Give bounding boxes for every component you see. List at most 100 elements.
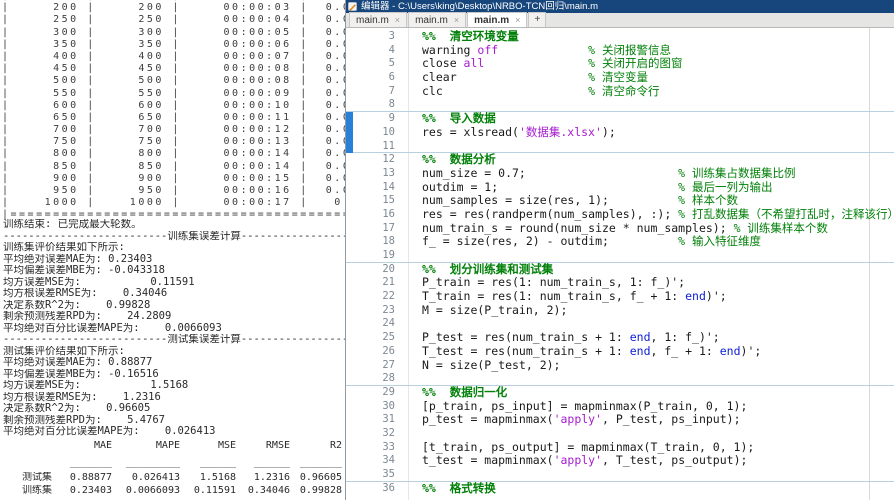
code-line-text[interactable]: t_test = mapminmax('apply', T_test, ps_o…: [408, 454, 747, 468]
code-line-text[interactable]: %% 划分训练集和测试集: [408, 263, 553, 277]
code-line-text[interactable]: [408, 317, 422, 331]
line-number[interactable]: 20: [346, 263, 408, 277]
code-line-text[interactable]: [p_train, ps_input] = mapminmax(P_train,…: [408, 400, 747, 414]
tab-main-m-2[interactable]: main.m×: [408, 12, 466, 27]
line-number[interactable]: 17: [346, 222, 408, 236]
code-line-10[interactable]: 10res = xlsread('数据集.xlsx');: [346, 126, 894, 140]
code-line-text[interactable]: [408, 427, 422, 441]
line-number[interactable]: 9: [346, 112, 408, 126]
code-line-15[interactable]: 15num_samples = size(res, 1); % 样本个数: [346, 194, 894, 208]
line-number[interactable]: 12: [346, 153, 408, 167]
code-line-34[interactable]: 34t_test = mapminmax('apply', T_test, ps…: [346, 454, 894, 468]
code-line-text[interactable]: P_train = res(1: num_train_s, 1: f_)';: [408, 276, 685, 290]
code-line-text[interactable]: P_test = res(num_train_s + 1: end, 1: f_…: [408, 331, 720, 345]
code-line-text[interactable]: res = res(randperm(num_samples), :); % 打…: [408, 208, 894, 222]
code-line-30[interactable]: 30[p_train, ps_input] = mapminmax(P_trai…: [346, 400, 894, 414]
code-line-text[interactable]: N = size(P_test, 2);: [408, 359, 560, 373]
line-number[interactable]: 10: [346, 126, 408, 140]
code-line-text[interactable]: outdim = 1; % 最后一列为输出: [408, 181, 773, 195]
line-number[interactable]: 32: [346, 427, 408, 441]
line-number[interactable]: 4: [346, 44, 408, 58]
line-number[interactable]: 24: [346, 317, 408, 331]
code-line-3[interactable]: 3%% 清空环境变量: [346, 30, 894, 44]
command-window[interactable]: | 150 | 150 | 00:00:02 | 0.04| 200 | 200…: [0, 0, 345, 500]
line-number[interactable]: 19: [346, 249, 408, 263]
code-line-text[interactable]: clear % 清空变量: [408, 71, 648, 85]
code-line-text[interactable]: num_size = 0.7; % 训练集占数据集比例: [408, 167, 796, 181]
line-number[interactable]: 11: [346, 140, 408, 154]
code-line-14[interactable]: 14outdim = 1; % 最后一列为输出: [346, 181, 894, 195]
code-line-26[interactable]: 26T_test = res(num_train_s + 1: end, f_ …: [346, 345, 894, 359]
line-number[interactable]: 14: [346, 181, 408, 195]
line-number[interactable]: 15: [346, 194, 408, 208]
line-number[interactable]: 8: [346, 98, 408, 112]
line-number[interactable]: 25: [346, 331, 408, 345]
code-line-text[interactable]: [408, 140, 422, 154]
code-line-text[interactable]: [408, 98, 422, 112]
code-line-text[interactable]: M = size(P_train, 2);: [408, 304, 567, 318]
tab-main-m-3[interactable]: main.m×: [467, 12, 527, 27]
code-line-7[interactable]: 7clc % 清空命令行: [346, 85, 894, 99]
code-line-19[interactable]: 19: [346, 249, 894, 263]
code-line-text[interactable]: %% 清空环境变量: [408, 30, 519, 44]
code-line-text[interactable]: res = xlsread('数据集.xlsx');: [408, 126, 616, 140]
line-number[interactable]: 6: [346, 71, 408, 85]
line-number[interactable]: 35: [346, 468, 408, 482]
code-line-text[interactable]: %% 数据归一化: [408, 386, 507, 400]
code-line-20[interactable]: 20%% 划分训练集和测试集: [346, 262, 894, 277]
code-line-text[interactable]: %% 格式转换: [408, 482, 496, 496]
line-number[interactable]: 18: [346, 235, 408, 249]
code-line-31[interactable]: 31p_test = mapminmax('apply', P_test, ps…: [346, 413, 894, 427]
code-line-11[interactable]: 11: [346, 140, 894, 154]
code-line-35[interactable]: 35: [346, 468, 894, 482]
code-line-text[interactable]: T_test = res(num_train_s + 1: end, f_ + …: [408, 345, 761, 359]
code-line-5[interactable]: 5close all % 关闭开启的图窗: [346, 57, 894, 71]
code-line-text[interactable]: warning off % 关闭报警信息: [408, 44, 671, 58]
code-line-text[interactable]: clc % 清空命令行: [408, 85, 660, 99]
code-line-29[interactable]: 29%% 数据归一化: [346, 385, 894, 400]
code-line-text[interactable]: %% 导入数据: [408, 112, 496, 126]
code-line-text[interactable]: num_samples = size(res, 1); % 样本个数: [408, 194, 738, 208]
code-editor[interactable]: 3%% 清空环境变量4warning off % 关闭报警信息5close al…: [346, 28, 894, 500]
code-line-6[interactable]: 6clear % 清空变量: [346, 71, 894, 85]
line-number[interactable]: 5: [346, 57, 408, 71]
code-line-27[interactable]: 27N = size(P_test, 2);: [346, 359, 894, 373]
line-number[interactable]: 31: [346, 413, 408, 427]
code-line-text[interactable]: [408, 372, 422, 386]
line-number[interactable]: 36: [346, 482, 408, 496]
code-line-17[interactable]: 17num_train_s = round(num_size * num_sam…: [346, 222, 894, 236]
line-number[interactable]: 7: [346, 85, 408, 99]
line-number[interactable]: 29: [346, 386, 408, 400]
code-line-8[interactable]: 8: [346, 98, 894, 112]
code-line-22[interactable]: 22T_train = res(1: num_train_s, f_ + 1: …: [346, 290, 894, 304]
line-number[interactable]: 3: [346, 30, 408, 44]
code-line-text[interactable]: p_test = mapminmax('apply', P_test, ps_i…: [408, 413, 741, 427]
code-line-16[interactable]: 16res = res(randperm(num_samples), :); %…: [346, 208, 894, 222]
code-line-9[interactable]: 9%% 导入数据: [346, 111, 894, 126]
code-line-text[interactable]: num_train_s = round(num_size * num_sampl…: [408, 222, 828, 236]
code-line-23[interactable]: 23M = size(P_train, 2);: [346, 304, 894, 318]
tab-main-m-1[interactable]: main.m×: [349, 12, 407, 27]
code-line-text[interactable]: [t_train, ps_output] = mapminmax(T_train…: [408, 441, 754, 455]
code-line-text[interactable]: close all % 关闭开启的图窗: [408, 57, 683, 71]
code-line-13[interactable]: 13num_size = 0.7; % 训练集占数据集比例: [346, 167, 894, 181]
line-number[interactable]: 30: [346, 400, 408, 414]
tab-close-icon[interactable]: ×: [454, 14, 459, 27]
line-number[interactable]: 16: [346, 208, 408, 222]
tab-close-icon[interactable]: ×: [395, 14, 400, 27]
code-line-24[interactable]: 24: [346, 317, 894, 331]
code-line-18[interactable]: 18f_ = size(res, 2) - outdim; % 输入特征维度: [346, 235, 894, 249]
code-line-33[interactable]: 33[t_train, ps_output] = mapminmax(T_tra…: [346, 441, 894, 455]
code-line-12[interactable]: 12%% 数据分析: [346, 152, 894, 167]
code-line-text[interactable]: [408, 249, 422, 263]
code-line-21[interactable]: 21P_train = res(1: num_train_s, 1: f_)';: [346, 276, 894, 290]
code-line-36[interactable]: 36%% 格式转换: [346, 481, 894, 496]
code-line-text[interactable]: [408, 468, 422, 482]
code-line-text[interactable]: %% 数据分析: [408, 153, 496, 167]
code-line-4[interactable]: 4warning off % 关闭报警信息: [346, 44, 894, 58]
line-number[interactable]: 27: [346, 359, 408, 373]
new-tab-button[interactable]: +: [528, 12, 546, 27]
code-line-text[interactable]: T_train = res(1: num_train_s, f_ + 1: en…: [408, 290, 727, 304]
code-line-text[interactable]: f_ = size(res, 2) - outdim; % 输入特征维度: [408, 235, 761, 249]
tab-close-icon[interactable]: ×: [515, 14, 520, 27]
